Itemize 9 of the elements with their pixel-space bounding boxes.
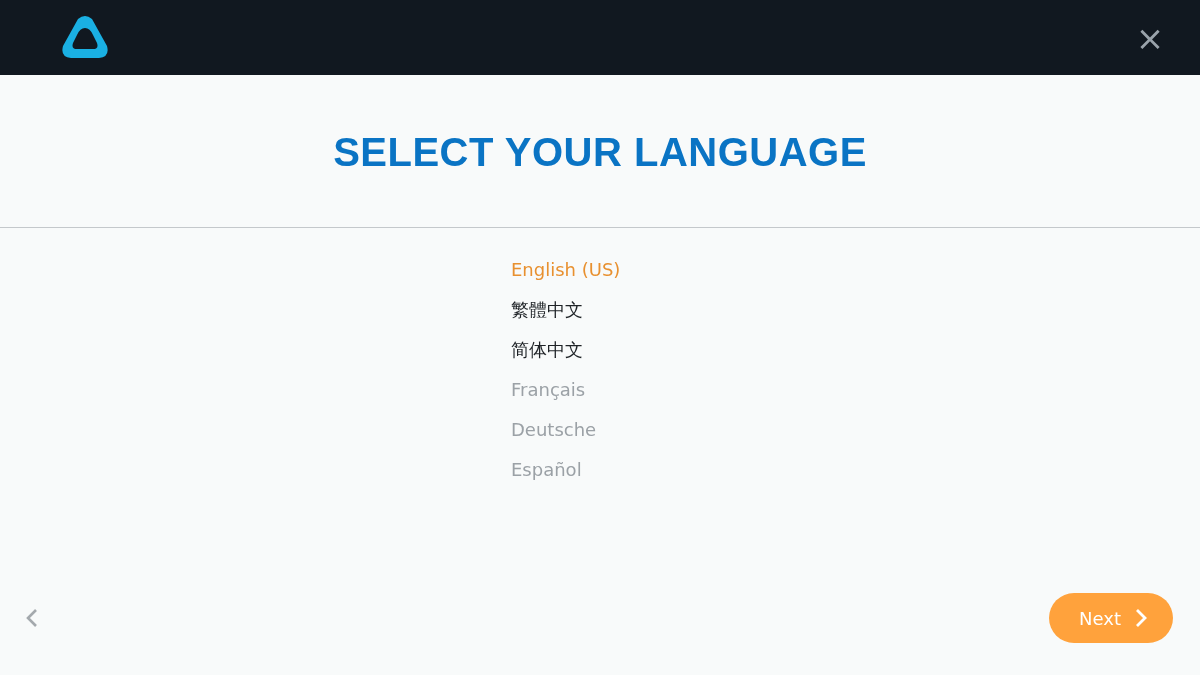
page-title: SELECT YOUR LANGUAGE [333, 129, 867, 176]
next-button[interactable]: Next [1049, 593, 1173, 643]
logo-icon [61, 16, 109, 59]
close-button[interactable]: × [1128, 15, 1172, 60]
chevron-right-icon [1134, 608, 1147, 628]
chevron-left-icon [26, 608, 38, 628]
language-option[interactable]: 简体中文 [511, 329, 583, 369]
language-option[interactable]: 繁體中文 [511, 289, 583, 329]
language-option[interactable]: English (US) [511, 249, 621, 289]
